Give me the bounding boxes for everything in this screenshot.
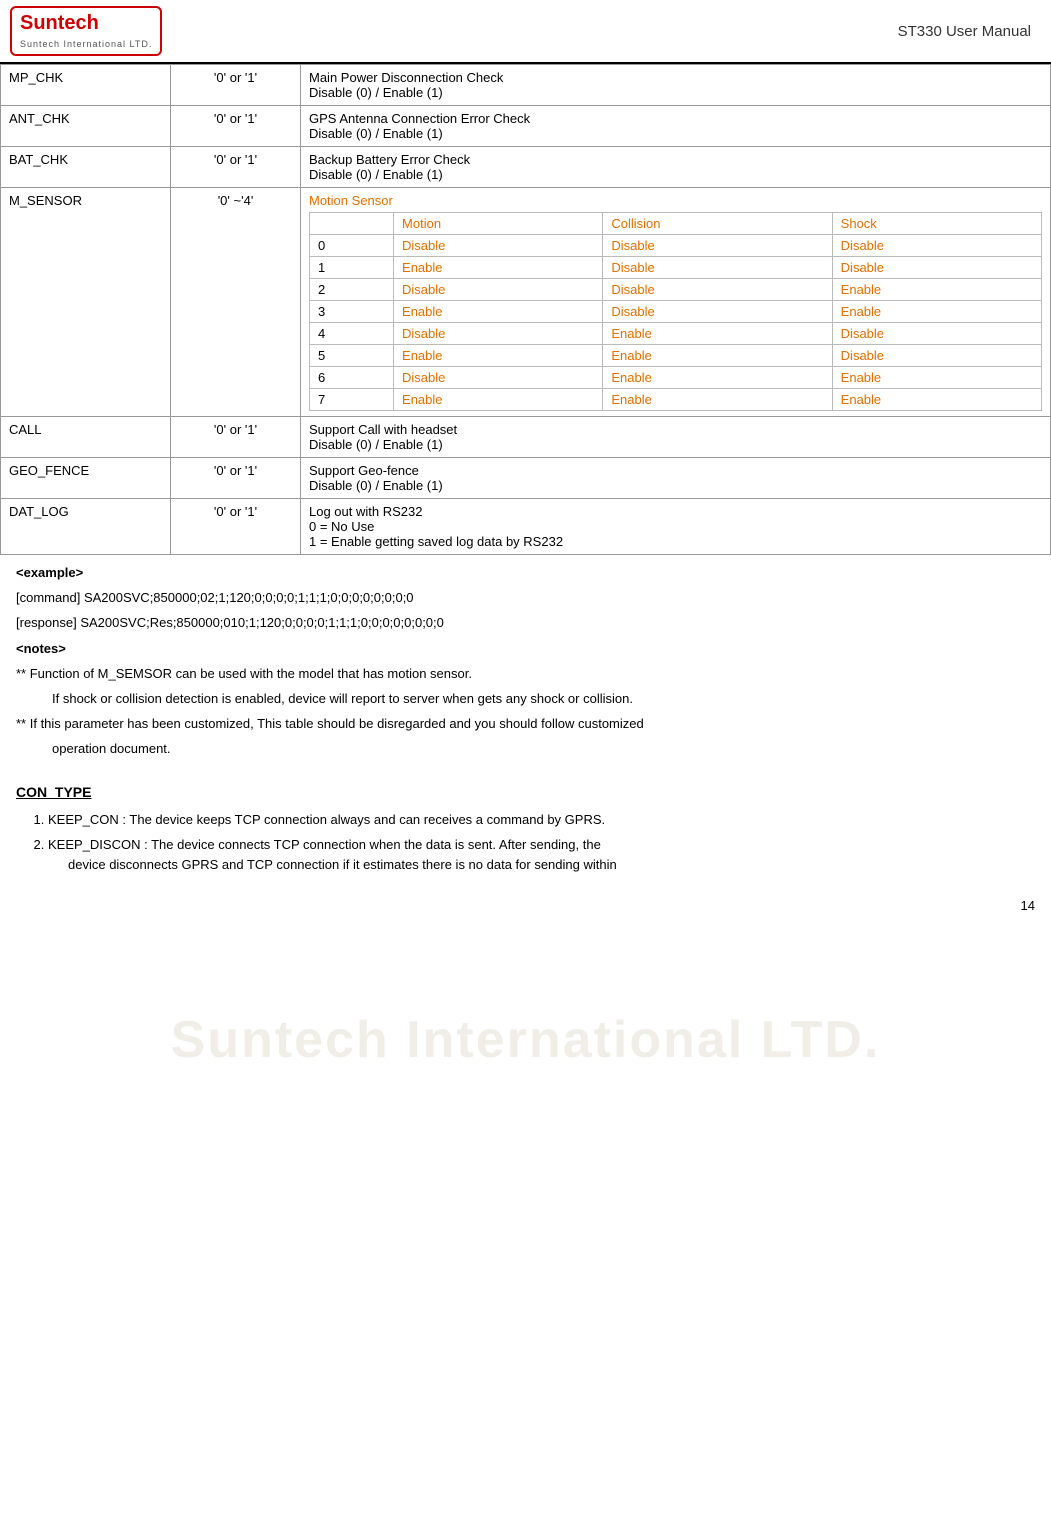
param-value-m-sensor: '0' ~'4' [171, 188, 301, 417]
param-value-ant-chk: '0' or '1' [171, 106, 301, 147]
table-row-ant-chk: ANT_CHK '0' or '1' GPS Antenna Connectio… [1, 106, 1051, 147]
logo-box: Suntech Suntech International LTD. [10, 6, 162, 56]
table-row-geo-fence: GEO_FENCE '0' or '1' Support Geo-fence D… [1, 458, 1051, 499]
motion-data-row: 7EnableEnableEnable [310, 389, 1042, 411]
param-desc-ant-chk: GPS Antenna Connection Error Check Disab… [301, 106, 1051, 147]
motion-inner-table: Motion Collision Shock 0DisableDisableDi… [309, 212, 1042, 411]
motion-data-row: 3EnableDisableEnable [310, 301, 1042, 323]
motion-header-row: Motion Collision Shock [310, 213, 1042, 235]
table-row-dat-log: DAT_LOG '0' or '1' Log out with RS232 0 … [1, 499, 1051, 555]
motion-col-collision: Collision [603, 213, 832, 235]
param-value-dat-log: '0' or '1' [171, 499, 301, 555]
table-row-m-sensor: M_SENSOR '0' ~'4' Motion Sensor Motion C… [1, 188, 1051, 417]
param-desc-call: Support Call with headset Disable (0) / … [301, 417, 1051, 458]
motion-data-row: 5EnableEnableDisable [310, 345, 1042, 367]
param-value-geo-fence: '0' or '1' [171, 458, 301, 499]
motion-col-index [310, 213, 394, 235]
motion-data-row: 1EnableDisableDisable [310, 257, 1042, 279]
param-desc-geo-fence: Support Geo-fence Disable (0) / Enable (… [301, 458, 1051, 499]
param-name-call: CALL [1, 417, 171, 458]
note-1b: If shock or collision detection is enabl… [52, 689, 1035, 710]
con-type-item-2: KEEP_DISCON : The device connects TCP co… [48, 835, 1035, 877]
con-type-section: CON_TYPE KEEP_CON : The device keeps TCP… [0, 771, 1051, 890]
param-value-bat-chk: '0' or '1' [171, 147, 301, 188]
motion-data-row: 2DisableDisableEnable [310, 279, 1042, 301]
page-header: Suntech Suntech International LTD. ST330… [0, 0, 1051, 64]
param-name-mp-chk: MP_CHK [1, 65, 171, 106]
logo-name: Suntech [20, 12, 152, 35]
example-response: [response] SA200SVC;Res;850000;010;1;120… [16, 613, 1035, 634]
param-name-dat-log: DAT_LOG [1, 499, 171, 555]
table-row-bat-chk: BAT_CHK '0' or '1' Backup Battery Error … [1, 147, 1051, 188]
param-name-geo-fence: GEO_FENCE [1, 458, 171, 499]
watermark: Suntech International LTD. [171, 1010, 881, 1070]
motion-col-motion: Motion [394, 213, 603, 235]
param-desc-m-sensor: Motion Sensor Motion Collision Shock 0Di… [301, 188, 1051, 417]
param-name-ant-chk: ANT_CHK [1, 106, 171, 147]
table-row-call: CALL '0' or '1' Support Call with headse… [1, 417, 1051, 458]
logo-subtitle: Suntech International LTD. [20, 39, 152, 49]
param-value-mp-chk: '0' or '1' [171, 65, 301, 106]
param-name-bat-chk: BAT_CHK [1, 147, 171, 188]
page-title: ST330 User Manual [170, 23, 1041, 40]
page-number: 14 [0, 890, 1051, 921]
motion-data-row: 4DisableEnableDisable [310, 323, 1042, 345]
example-label: <example> [16, 563, 1035, 584]
table-row-mp-chk: MP_CHK '0' or '1' Main Power Disconnecti… [1, 65, 1051, 106]
note-2: ** If this parameter has been customized… [16, 714, 1035, 735]
motion-col-shock: Shock [832, 213, 1041, 235]
param-value-call: '0' or '1' [171, 417, 301, 458]
motion-data-row: 0DisableDisableDisable [310, 235, 1042, 257]
param-desc-mp-chk: Main Power Disconnection Check Disable (… [301, 65, 1051, 106]
logo-area: Suntech Suntech International LTD. [10, 6, 170, 56]
notes-section: <example> [command] SA200SVC;850000;02;1… [0, 555, 1051, 771]
motion-sensor-title: Motion Sensor [309, 193, 393, 208]
note-1: ** Function of M_SEMSOR can be used with… [16, 664, 1035, 685]
notes-label: <notes> [16, 639, 1035, 660]
param-desc-bat-chk: Backup Battery Error Check Disable (0) /… [301, 147, 1051, 188]
motion-data-row: 6DisableEnableEnable [310, 367, 1042, 389]
con-type-title: CON_TYPE [16, 781, 1035, 803]
con-type-item-1: KEEP_CON : The device keeps TCP connecti… [48, 810, 1035, 831]
param-desc-dat-log: Log out with RS232 0 = No Use 1 = Enable… [301, 499, 1051, 555]
parameter-table: MP_CHK '0' or '1' Main Power Disconnecti… [0, 64, 1051, 555]
param-name-m-sensor: M_SENSOR [1, 188, 171, 417]
example-command: [command] SA200SVC;850000;02;1;120;0;0;0… [16, 588, 1035, 609]
note-2b: operation document. [52, 739, 1035, 760]
con-type-list: KEEP_CON : The device keeps TCP connecti… [48, 810, 1035, 876]
